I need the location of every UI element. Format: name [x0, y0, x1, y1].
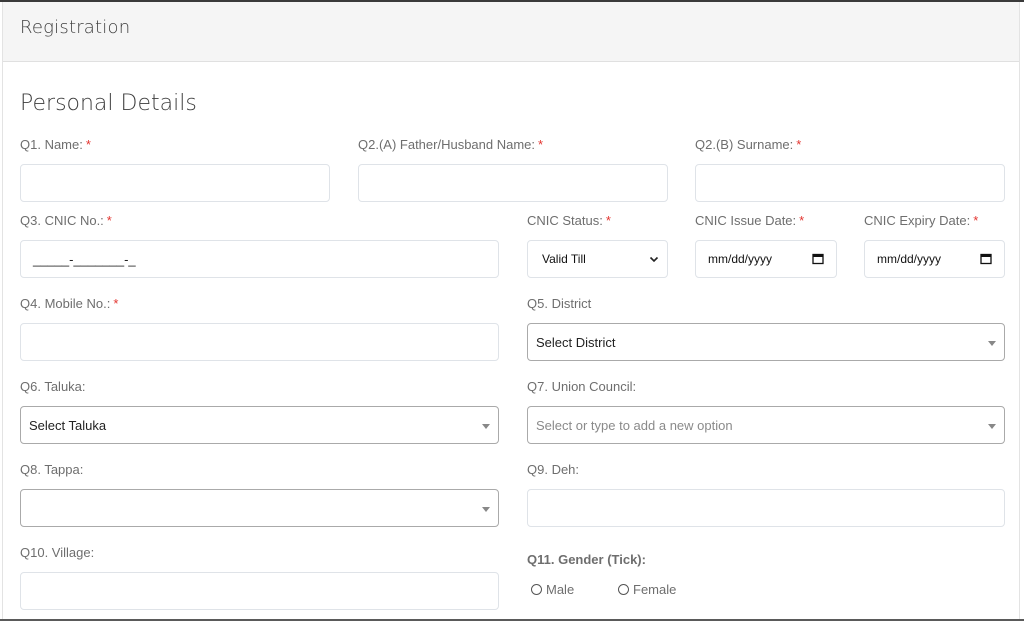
cnic-expiry-date-label-text: CNIC Expiry Date: — [864, 213, 971, 228]
cnic-label-text: Q3. CNIC No.: — [20, 213, 104, 228]
radio-circle[interactable] — [531, 584, 542, 595]
required-marker: * — [605, 213, 611, 228]
required-marker: * — [113, 296, 119, 311]
taluka-value: Select Taluka — [29, 417, 107, 433]
cnic-expiry-date-label: CNIC Expiry Date: * — [864, 213, 978, 228]
name-label: Q1. Name: * — [20, 137, 91, 152]
union-council-select[interactable]: Select or type to add a new option — [527, 406, 1005, 444]
triangle-down-icon — [988, 341, 996, 346]
village-label: Q10. Village: — [20, 545, 95, 560]
cnic-label: Q3. CNIC No.: * — [20, 213, 112, 228]
gender-male-label: Male — [546, 582, 575, 597]
union-council-label: Q7. Union Council: — [527, 379, 637, 394]
cnic-issue-date-input[interactable]: mm/dd/yyyy — [695, 240, 837, 278]
taluka-select[interactable]: Select Taluka — [20, 406, 499, 444]
required-marker: * — [85, 137, 91, 152]
district-value: Select District — [536, 334, 616, 350]
section-title: Personal Details — [20, 91, 197, 116]
gender-female-radio[interactable]: Female — [618, 582, 676, 597]
triangle-down-icon — [988, 424, 996, 429]
taluka-label: Q6. Taluka: — [20, 379, 86, 394]
surname-label: Q2.(B) Surname: * — [695, 137, 801, 152]
surname-label-text: Q2.(B) Surname: — [695, 137, 794, 152]
chevron-down-icon — [649, 256, 659, 263]
required-marker: * — [106, 213, 112, 228]
cnic-issue-date-placeholder: mm/dd/yyyy — [708, 252, 773, 266]
required-marker: * — [973, 213, 979, 228]
cnic-status-label: CNIC Status: * — [527, 213, 611, 228]
deh-label: Q9. Deh: — [527, 462, 580, 477]
required-marker: * — [538, 137, 544, 152]
cnic-status-value: Valid Till — [542, 252, 586, 266]
tappa-select[interactable] — [20, 489, 499, 527]
deh-input[interactable] — [527, 489, 1005, 527]
gender-female-label: Female — [633, 582, 677, 597]
cnic-issue-date-label-text: CNIC Issue Date: — [695, 213, 797, 228]
cnic-mask: _____-_______-_ — [33, 251, 136, 267]
triangle-down-icon — [482, 507, 490, 512]
district-label: Q5. District — [527, 296, 592, 311]
gender-male-radio[interactable]: Male — [531, 582, 574, 597]
cnic-issue-date-label: CNIC Issue Date: * — [695, 213, 804, 228]
required-marker: * — [799, 213, 805, 228]
registration-card: Registration Personal Details Q1. Name: *… — [2, 2, 1020, 619]
radio-circle[interactable] — [618, 584, 629, 595]
cnic-status-select[interactable]: Valid Till — [527, 240, 668, 278]
tappa-label: Q8. Tappa: — [20, 462, 84, 477]
page-title: Registration — [20, 17, 131, 38]
cnic-expiry-date-placeholder: mm/dd/yyyy — [877, 252, 942, 266]
father-name-input[interactable] — [358, 164, 668, 202]
triangle-down-icon — [482, 424, 490, 429]
name-label-text: Q1. Name: — [20, 137, 83, 152]
village-input[interactable] — [20, 572, 499, 610]
father-name-label: Q2.(A) Father/Husband Name: * — [358, 137, 543, 152]
cnic-input[interactable]: _____-_______-_ — [20, 240, 499, 278]
card-header: Registration — [3, 2, 1019, 62]
mobile-label: Q4. Mobile No.: * — [20, 296, 118, 311]
union-council-placeholder: Select or type to add a new option — [536, 417, 733, 433]
surname-input[interactable] — [695, 164, 1005, 202]
gender-label: Q11. Gender (Tick): — [527, 552, 646, 567]
name-input[interactable] — [20, 164, 330, 202]
father-name-label-text: Q2.(A) Father/Husband Name: — [358, 137, 536, 152]
calendar-icon[interactable] — [980, 253, 992, 265]
cnic-status-label-text: CNIC Status: — [527, 213, 603, 228]
mobile-input[interactable] — [20, 323, 499, 361]
mobile-label-text: Q4. Mobile No.: — [20, 296, 111, 311]
cnic-expiry-date-input[interactable]: mm/dd/yyyy — [864, 240, 1005, 278]
calendar-icon[interactable] — [812, 253, 824, 265]
district-select[interactable]: Select District — [527, 323, 1005, 361]
required-marker: * — [796, 137, 802, 152]
